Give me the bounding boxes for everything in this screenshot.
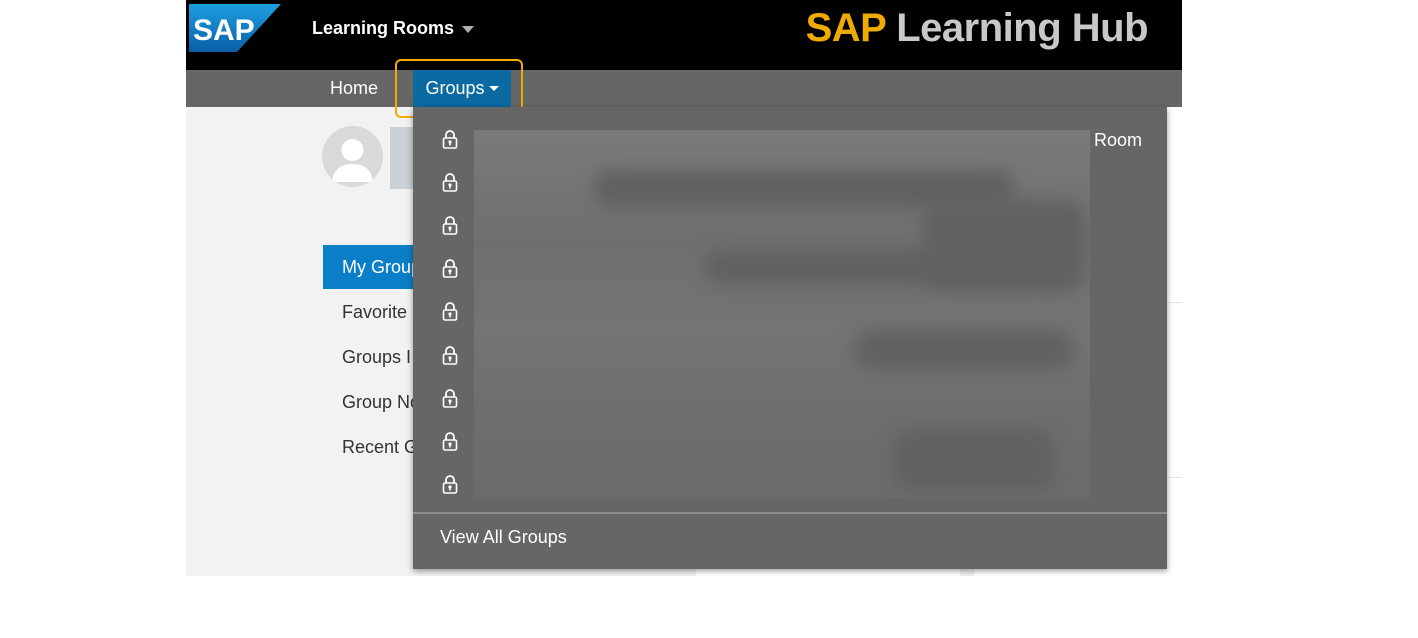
group-list-redacted[interactable] bbox=[474, 130, 1090, 499]
lock-icon bbox=[442, 345, 458, 365]
content-card bbox=[696, 568, 960, 576]
chevron-down-icon bbox=[462, 25, 475, 33]
learning-rooms-label: Learning Rooms bbox=[312, 18, 455, 38]
nav-bar: Home Groups bbox=[186, 70, 1182, 107]
lock-icon bbox=[442, 388, 458, 408]
lock-icon bbox=[442, 431, 458, 451]
lock-icon bbox=[442, 130, 458, 149]
top-bar: SAP Learning Rooms SAP Learning Hub bbox=[186, 0, 1182, 70]
avatar[interactable] bbox=[322, 126, 383, 187]
learning-rooms-menu[interactable]: Learning Rooms bbox=[312, 18, 475, 39]
avatar-icon bbox=[322, 126, 383, 187]
svg-text:SAP: SAP bbox=[193, 14, 255, 47]
hub-title-brand: SAP bbox=[805, 6, 887, 50]
view-all-groups-link[interactable]: View All Groups bbox=[440, 527, 567, 548]
hub-title-rest: Learning Hub bbox=[885, 6, 1148, 50]
group-name-partial: Room bbox=[1094, 130, 1143, 150]
lock-icon bbox=[442, 474, 458, 494]
lock-icon bbox=[442, 302, 458, 322]
app-frame: SAP Learning Rooms SAP Learning Hub Home… bbox=[186, 0, 1182, 576]
lock-icon bbox=[442, 216, 458, 235]
sap-logo[interactable]: SAP bbox=[189, 4, 281, 52]
lock-icon bbox=[442, 173, 458, 192]
nav-home-link[interactable]: Home bbox=[330, 78, 378, 99]
hub-title: SAP Learning Hub bbox=[805, 6, 1149, 51]
dropdown-divider bbox=[413, 512, 1167, 514]
groups-dropdown: Room View All Groups bbox=[413, 107, 1167, 569]
lock-icon bbox=[442, 259, 458, 279]
